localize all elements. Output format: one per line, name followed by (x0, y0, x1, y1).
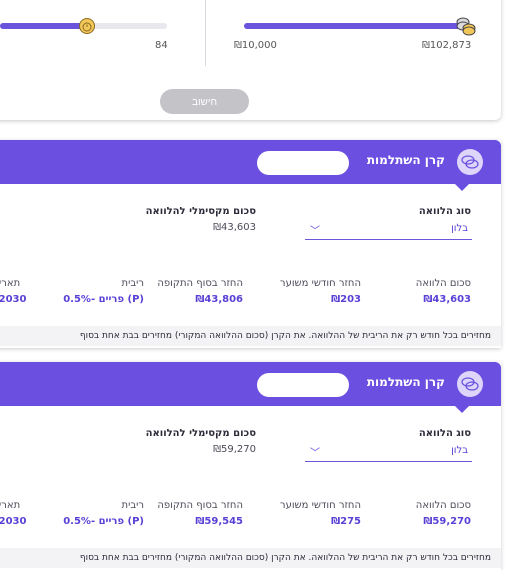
column-label-end-date: תאריך ס (0, 278, 21, 289)
column-label-end-payment: החזר בסוף התקופה (157, 278, 243, 289)
column-label-end-date: תאריך ס (0, 500, 21, 511)
coins-icon[interactable] (455, 16, 477, 36)
max-amount-label: סכום מקסימלי להלוואה (145, 206, 256, 217)
column-value-end-date: 3/2030 (0, 516, 27, 527)
column-label-interest: ריבית (121, 500, 144, 511)
column-label-loan-amount: סכום הלוואה (415, 500, 471, 511)
coins-badge-icon (457, 371, 483, 397)
calculator-card (0, 0, 501, 120)
column-label-loan-amount: סכום הלוואה (415, 278, 471, 289)
offer-header: קרן השתלמות (0, 140, 501, 191)
offer-header: קרן השתלמות (0, 362, 501, 413)
loan-type-label: סוג הלוואה (418, 428, 471, 439)
redacted-name (257, 151, 349, 175)
max-amount-value: ₪59,270 (213, 444, 256, 455)
offer-card: קרן השתלמות סוג הלוואה בלון ﹀ סכום מקסימ… (0, 140, 501, 348)
months-slider-handle[interactable] (79, 18, 95, 34)
column-value-end-date: 3/2030 (0, 294, 27, 305)
offer-title: קרן השתלמות (366, 375, 445, 389)
column-label-interest: ריבית (121, 278, 144, 289)
balloon-note: מחזירים בכל חודש רק את הריבית של ההלוואה… (0, 548, 501, 568)
amount-slider-min: ₪10,000 (234, 40, 277, 51)
column-value-monthly-payment: ₪203 (331, 294, 361, 305)
loan-type-select[interactable]: בלון ﹀ (305, 444, 472, 462)
loan-type-value: בלון (451, 445, 468, 456)
clock-icon (82, 22, 92, 32)
months-slider-fill (0, 23, 88, 29)
loan-type-value: בלון (451, 223, 468, 234)
column-label-monthly-payment: החזר חודשי משוער (279, 278, 361, 289)
column-label-monthly-payment: החזר חודשי משוער (279, 500, 361, 511)
redacted-name (257, 373, 349, 397)
chevron-down-icon: ﹀ (310, 226, 320, 237)
column-label-end-payment: החזר בסוף התקופה (157, 500, 243, 511)
column-value-loan-amount: ₪59,270 (423, 516, 471, 527)
calculate-button[interactable]: חישוב (160, 89, 249, 114)
balloon-note-text: מחזירים בכל חודש רק את הריבית של ההלוואה… (79, 553, 491, 563)
column-value-interest: (P) פריים -0.5% (63, 516, 144, 527)
offer-title: קרן השתלמות (366, 153, 445, 167)
max-amount-value: ₪43,603 (213, 222, 256, 233)
max-amount-label: סכום מקסימלי להלוואה (145, 428, 256, 439)
chevron-down-icon: ﹀ (310, 448, 320, 459)
header-notch (455, 406, 469, 413)
column-value-loan-amount: ₪43,603 (423, 294, 471, 305)
loan-type-label: סוג הלוואה (418, 206, 471, 217)
column-value-interest: (P) פריים -0.5% (63, 294, 144, 305)
loan-type-select[interactable]: בלון ﹀ (305, 222, 472, 240)
column-value-end-payment: ₪43,806 (195, 294, 243, 305)
balloon-note: מחזירים בכל חודש רק את הריבית של ההלוואה… (0, 326, 501, 346)
balloon-note-text: מחזירים בכל חודש רק את הריבית של ההלוואה… (79, 331, 491, 341)
column-value-monthly-payment: ₪275 (331, 516, 361, 527)
header-notch (455, 184, 469, 191)
months-slider-value: 84 (155, 40, 168, 51)
amount-slider-max: ₪102,873 (422, 40, 472, 51)
offer-card: קרן השתלמות סוג הלוואה בלון ﹀ סכום מקסימ… (0, 362, 501, 570)
amount-slider-track[interactable] (244, 23, 466, 29)
divider (205, 0, 206, 66)
coins-badge-icon (457, 149, 483, 175)
column-value-end-payment: ₪59,545 (195, 516, 243, 527)
